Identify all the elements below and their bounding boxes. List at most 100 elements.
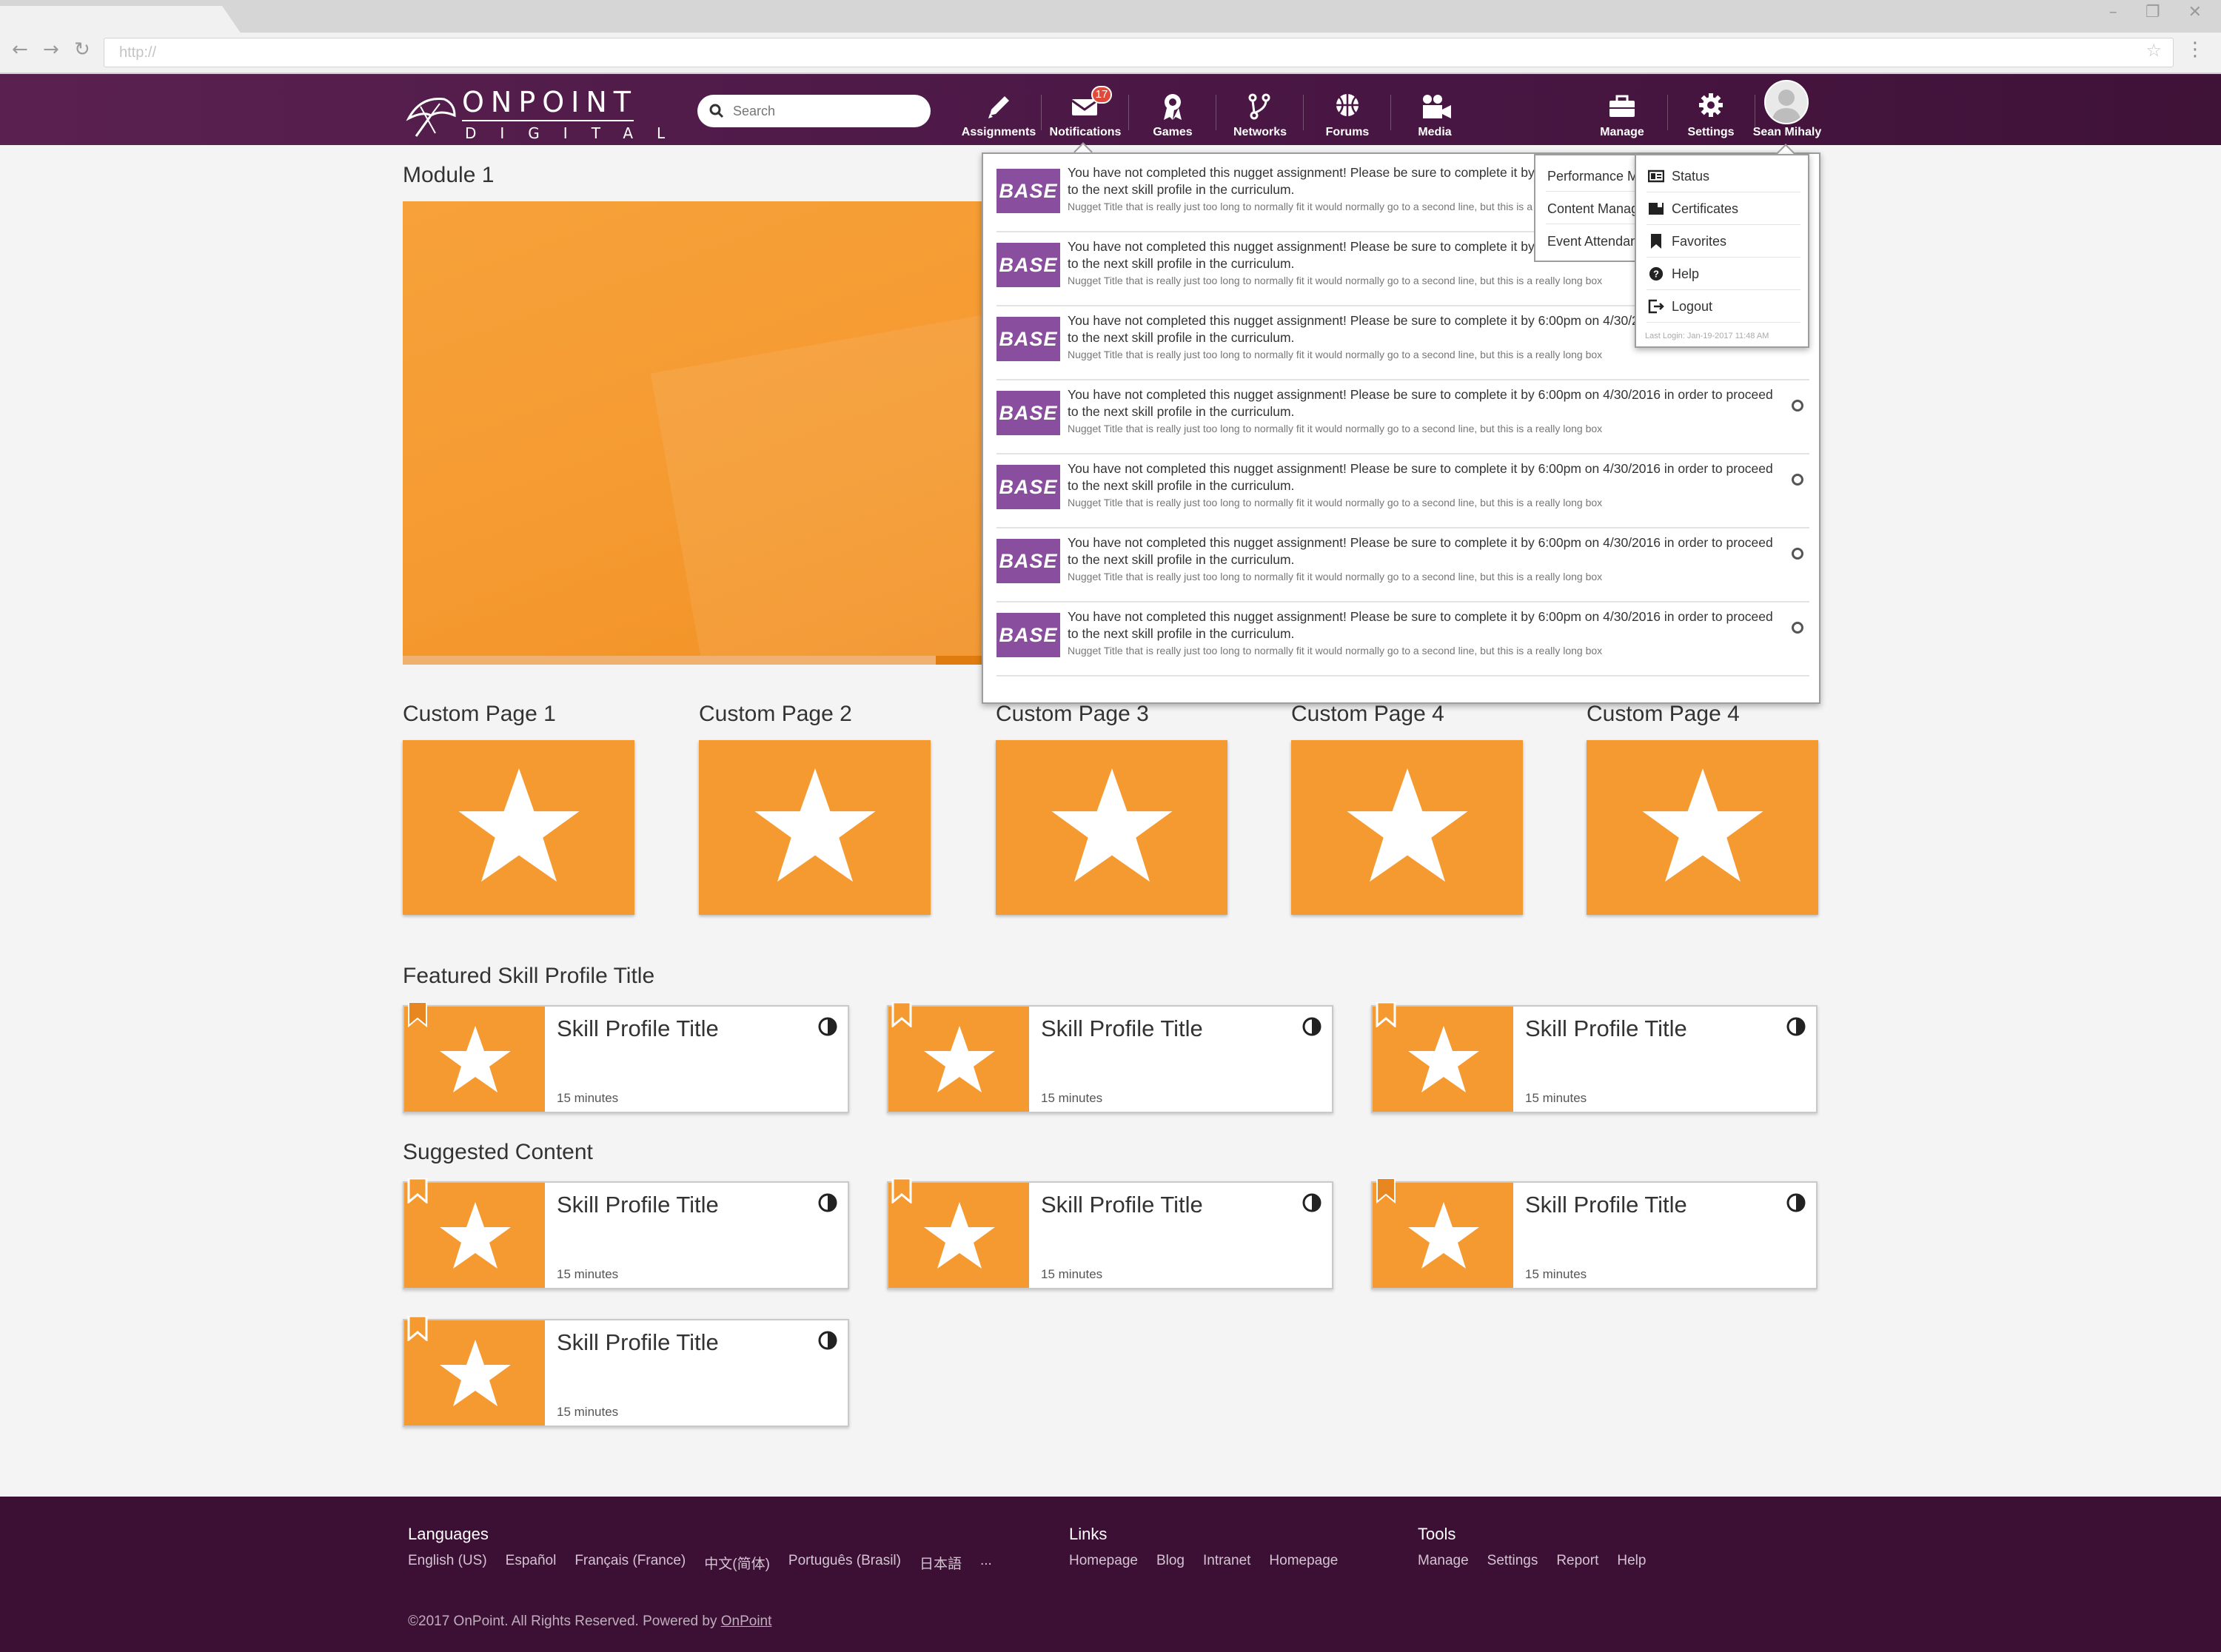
skill-profile-card[interactable]: Skill Profile Title 15 minutes [887, 1178, 1333, 1289]
nav-games-label: Games [1153, 126, 1193, 138]
nav-divider [1667, 95, 1668, 130]
copyright-text: ©2017 OnPoint. All Rights Reserved. Powe… [408, 1614, 717, 1629]
half-progress-icon [1786, 1017, 1806, 1036]
notification-item[interactable]: BASE You have not completed this nugget … [996, 380, 1809, 454]
custom-page-tile[interactable] [699, 740, 931, 915]
custom-page-label: Custom Page 4 [1291, 702, 1444, 726]
base-logo: BASE [996, 169, 1060, 213]
manage-dropdown: Performance Management Content Managemen… [1534, 154, 1642, 262]
skill-profile-card[interactable]: Skill Profile Title 15 minutes [1371, 1002, 1818, 1113]
footer-tool-link[interactable]: Help [1617, 1553, 1646, 1569]
manage-item-events[interactable]: Event Attendance [1547, 225, 1641, 258]
skill-title: Skill Profile Title [1525, 1015, 1687, 1041]
language-link[interactable]: Español [506, 1553, 557, 1573]
skill-profile-card[interactable]: Skill Profile Title 15 minutes [403, 1178, 849, 1289]
restore-icon[interactable]: ❐ [2145, 3, 2160, 21]
bookmark-outline-icon[interactable] [407, 1178, 428, 1203]
profile-item-certificates[interactable]: Certificates [1647, 192, 1800, 225]
hero-progress-fill [403, 656, 936, 665]
footer-link[interactable]: Intranet [1203, 1553, 1250, 1569]
bookmark-star-icon[interactable]: ☆ [2145, 40, 2162, 61]
bookmark-outline-icon[interactable] [891, 1178, 912, 1203]
notification-item[interactable]: BASE You have not completed this nugget … [996, 602, 1809, 676]
skill-duration: 15 minutes [1525, 1267, 1587, 1281]
base-logo: BASE [996, 465, 1060, 509]
skill-profile-card[interactable]: Skill Profile Title 15 minutes [887, 1002, 1333, 1113]
browser-tab[interactable] [0, 6, 241, 34]
profile-item-favorites[interactable]: Favorites [1647, 225, 1800, 258]
footer-tool-link[interactable]: Settings [1487, 1553, 1538, 1569]
custom-page-label: Custom Page 1 [403, 702, 556, 726]
skill-profile-card[interactable]: Skill Profile Title 15 minutes [403, 1002, 849, 1113]
half-progress-icon [818, 1017, 837, 1036]
notification-nugget-title: Nugget Title that is really just too lon… [1068, 571, 1603, 582]
nav-forums[interactable]: Forums [1306, 74, 1389, 145]
certificate-icon [1649, 201, 1664, 215]
unread-circle-icon[interactable] [1792, 474, 1803, 486]
profile-item-label: Help [1672, 266, 1700, 281]
footer-tool-link[interactable]: Manage [1418, 1553, 1469, 1569]
more-languages-link[interactable]: ... [980, 1553, 992, 1573]
nav-media[interactable]: Media [1393, 74, 1476, 145]
custom-page-tile[interactable] [1291, 740, 1523, 915]
profile-item-help[interactable]: ? Help [1647, 258, 1800, 290]
nav-assignments[interactable]: Assignments [957, 74, 1040, 145]
reload-icon[interactable]: ↻ [74, 38, 90, 61]
url-field[interactable]: http:// [104, 38, 2174, 67]
search-input[interactable] [733, 103, 911, 119]
notification-item[interactable]: BASE You have not completed this nugget … [996, 454, 1809, 528]
footer-link[interactable]: Homepage [1069, 1553, 1138, 1569]
profile-item-logout[interactable]: Logout [1647, 290, 1800, 323]
nav-user[interactable]: Sean Mihaly [1746, 74, 1829, 145]
close-icon[interactable]: ✕ [2188, 3, 2202, 21]
notification-item[interactable]: BASE You have not completed this nugget … [996, 528, 1809, 602]
logo-subtitle: DIGITAL [465, 124, 689, 142]
skill-profile-card[interactable]: Skill Profile Title 15 minutes [1371, 1178, 1818, 1289]
unread-circle-icon[interactable] [1792, 548, 1803, 560]
nav-settings[interactable]: Settings [1669, 74, 1752, 145]
custom-page-tile[interactable] [403, 740, 634, 915]
onpoint-link[interactable]: OnPoint [721, 1614, 772, 1629]
nav-settings-label: Settings [1687, 126, 1735, 138]
bookmark-outline-icon[interactable] [407, 1316, 428, 1341]
bookmark-filled-icon[interactable] [407, 1002, 428, 1027]
language-link[interactable]: English (US) [408, 1553, 487, 1573]
manage-item-performance[interactable]: Performance Management [1547, 160, 1641, 192]
profile-item-status[interactable]: Status [1647, 160, 1800, 192]
nav-notifications[interactable]: 17 Notifications [1044, 74, 1127, 145]
footer-link[interactable]: Homepage [1269, 1553, 1338, 1569]
language-link[interactable]: Português (Brasil) [788, 1553, 901, 1573]
nav-networks[interactable]: Networks [1219, 74, 1302, 145]
nav-games[interactable]: Games [1131, 74, 1214, 145]
language-link[interactable]: Français (France) [574, 1553, 686, 1573]
star-icon [1051, 768, 1173, 882]
skill-duration: 15 minutes [557, 1267, 619, 1281]
bookmark-outline-icon[interactable] [1376, 1002, 1396, 1027]
forward-arrow-icon[interactable]: → [43, 38, 59, 61]
nav-manage[interactable]: Manage [1581, 74, 1664, 145]
skill-profile-card[interactable]: Skill Profile Title 15 minutes [403, 1316, 849, 1427]
bookmark-outline-icon[interactable] [891, 1002, 912, 1027]
browser-menu-icon[interactable]: ⋮ [2185, 38, 2205, 61]
unread-circle-icon[interactable] [1792, 400, 1803, 412]
back-arrow-icon[interactable]: ← [12, 38, 28, 61]
footer-tool-link[interactable]: Report [1556, 1553, 1598, 1569]
star-icon [440, 1026, 511, 1092]
manage-item-content[interactable]: Content Management [1547, 192, 1641, 225]
language-link[interactable]: 日本語 [919, 1553, 962, 1573]
custom-page-tile[interactable] [996, 740, 1227, 915]
custom-page-label: Custom Page 3 [996, 702, 1149, 726]
custom-page-tile[interactable] [1587, 740, 1818, 915]
footer-link[interactable]: Blog [1156, 1553, 1185, 1569]
minimize-icon[interactable]: – [2109, 3, 2117, 21]
star-icon [924, 1026, 995, 1092]
star-icon [1408, 1202, 1479, 1269]
skill-duration: 15 minutes [1041, 1091, 1103, 1105]
footer-languages-heading: Languages [408, 1525, 489, 1543]
unread-circle-icon[interactable] [1792, 622, 1803, 634]
logout-icon [1648, 299, 1664, 314]
onpoint-logo[interactable]: ONPOINT DIGITAL [406, 83, 665, 142]
language-link[interactable]: 中文(简体) [704, 1553, 770, 1573]
bookmark-filled-icon[interactable] [1376, 1178, 1396, 1203]
search-bar[interactable] [697, 95, 931, 127]
